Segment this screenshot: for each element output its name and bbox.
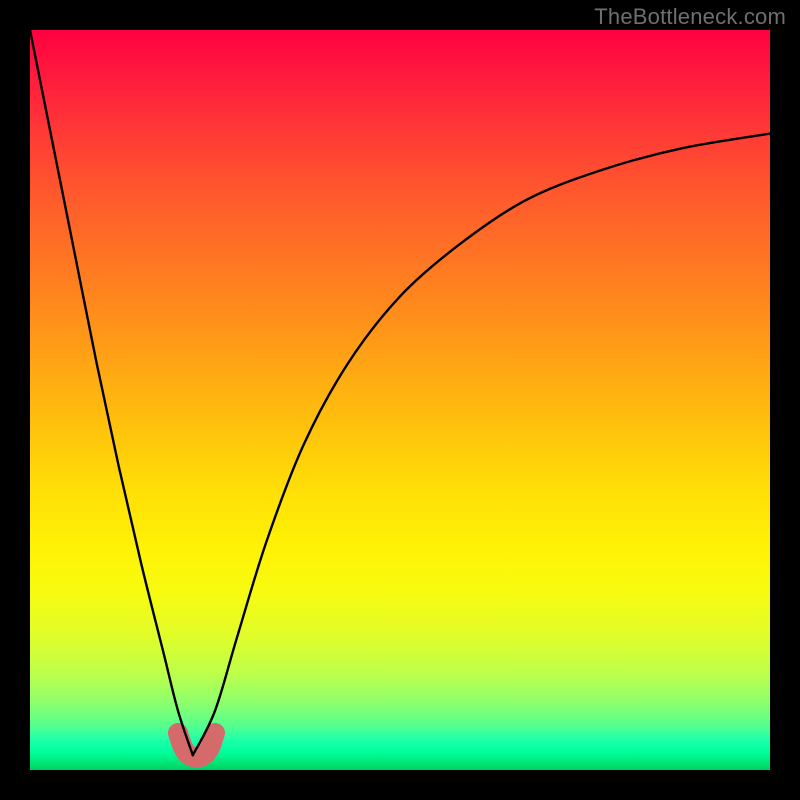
curve-left-branch: [30, 30, 193, 755]
curve-right-branch: [193, 134, 770, 756]
chart-frame: TheBottleneck.com: [0, 0, 800, 800]
highlight-u-segment: [178, 733, 215, 757]
chart-svg: [30, 30, 770, 770]
watermark-text: TheBottleneck.com: [594, 4, 786, 30]
